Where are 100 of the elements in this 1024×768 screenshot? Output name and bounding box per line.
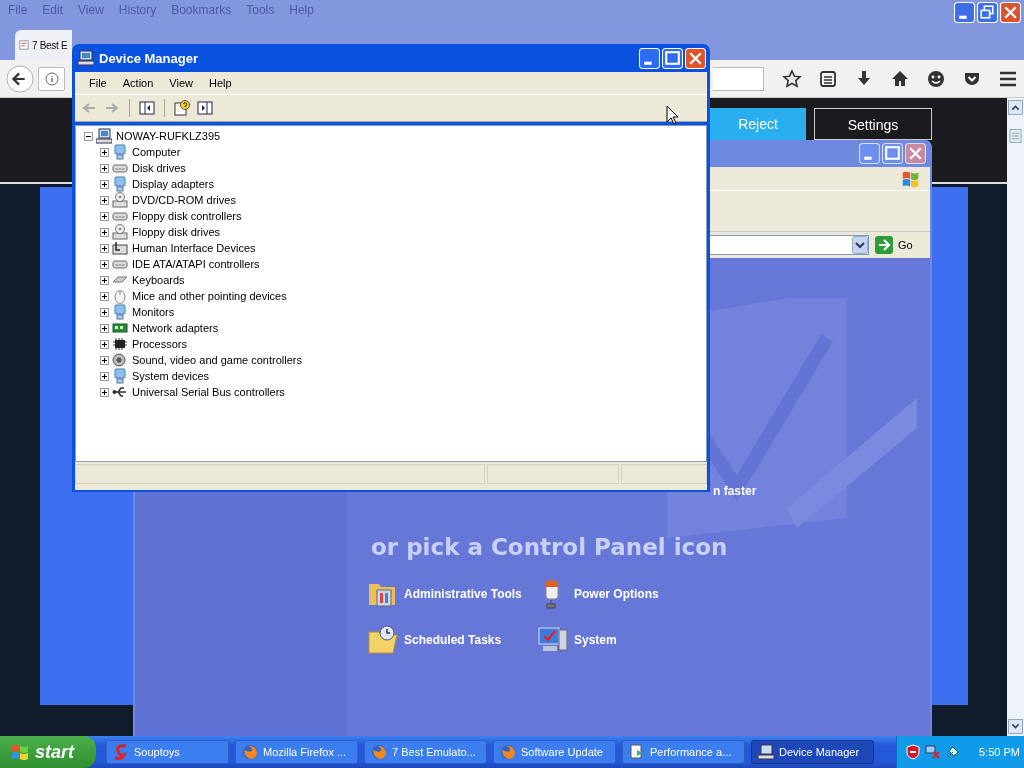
expander-icon[interactable] [100, 275, 109, 285]
expander-icon[interactable] [100, 371, 109, 381]
tree-item[interactable]: NOWAY-RUFKLZ395 [115, 130, 221, 142]
star-icon[interactable] [782, 68, 802, 89]
expander-icon[interactable] [100, 243, 109, 253]
expander-icon[interactable] [100, 163, 109, 173]
computer-icon [96, 128, 112, 144]
disc-drive-icon [112, 224, 128, 240]
globe-icon [371, 744, 387, 760]
tree-item[interactable]: System devices [131, 370, 210, 382]
plug-icon[interactable] [945, 744, 961, 760]
taskbar-button[interactable]: Device Manager [751, 740, 874, 764]
browser-tab[interactable]: 7 Best E [15, 30, 72, 60]
smiley-icon[interactable] [926, 68, 946, 89]
network-card-icon [112, 320, 128, 336]
tree-item[interactable]: Keyboards [131, 274, 185, 286]
input-device-icon [112, 240, 128, 256]
document-icon [629, 744, 645, 760]
back-icon[interactable] [6, 63, 34, 94]
taskbar-button[interactable]: Souptoys [106, 740, 229, 764]
menu-item[interactable]: Action [114, 77, 162, 89]
menu-item[interactable]: File [81, 77, 115, 89]
console-tree-icon[interactable] [139, 100, 155, 116]
expander-icon[interactable] [100, 291, 109, 301]
expander-icon[interactable] [100, 323, 109, 333]
scrollbar[interactable] [1007, 98, 1024, 736]
restore-icon[interactable] [977, 2, 998, 23]
mouse-icon [112, 288, 128, 304]
tree-item[interactable]: Display adapters [131, 178, 214, 190]
address-field[interactable] [712, 66, 764, 91]
consent-button[interactable]: Settings [814, 108, 932, 140]
tree-item[interactable]: Computer [131, 146, 181, 158]
shield-icon[interactable] [905, 744, 921, 760]
expander-icon[interactable] [100, 195, 109, 205]
monitor-icon [112, 176, 128, 192]
expander-icon[interactable] [100, 339, 109, 349]
tree-item[interactable]: DVD/CD-ROM drives [131, 194, 236, 206]
tree-item[interactable]: Sound, video and game controllers [131, 354, 302, 366]
taskbar-button[interactable]: Performance a... [622, 740, 745, 764]
computer-icon [78, 50, 94, 66]
tree-item[interactable]: Processors [131, 338, 188, 350]
tree-item[interactable]: Floppy disk drives [131, 226, 221, 238]
taskbar-button[interactable]: Mozilla Firefox ... [235, 740, 358, 764]
action-pane-icon[interactable] [197, 100, 213, 116]
tree-item[interactable]: Disk drives [131, 162, 186, 174]
maximize-icon[interactable] [882, 143, 903, 164]
network-warning-icon[interactable] [925, 744, 941, 760]
minimize-icon[interactable] [859, 143, 880, 164]
expander-icon[interactable] [100, 355, 109, 365]
globe-icon [500, 744, 516, 760]
scroll-up-icon[interactable] [1008, 100, 1023, 115]
info-icon[interactable] [45, 71, 59, 86]
taskbar-button[interactable]: Software Update [493, 740, 616, 764]
monitor-icon [112, 368, 128, 384]
tree-item[interactable]: Universal Serial Bus controllers [131, 386, 285, 398]
expander-icon[interactable] [100, 179, 109, 189]
flag-logo-icon [10, 742, 30, 762]
reading-list-icon[interactable] [818, 68, 838, 89]
section-heading: or pick a Control Panel icon [371, 534, 728, 560]
dropdown-icon[interactable] [852, 236, 868, 254]
address-field[interactable] [38, 66, 65, 91]
taskbar-button[interactable]: 7 Best Emulato... [364, 740, 487, 764]
expander-icon[interactable] [84, 131, 93, 141]
expander-icon[interactable] [100, 227, 109, 237]
tree-item[interactable]: Human Interface Devices [131, 242, 256, 254]
squiggle-icon [113, 744, 129, 760]
expander-icon[interactable] [100, 307, 109, 317]
tree-item[interactable]: Network adapters [131, 322, 219, 334]
globe-icon [242, 744, 258, 760]
speaker-icon [112, 352, 128, 368]
monitor-icon [112, 304, 128, 320]
usb-icon [112, 384, 128, 400]
folder-clock-icon [367, 624, 399, 656]
tree-item[interactable]: Monitors [131, 306, 175, 318]
close-icon[interactable] [905, 143, 926, 164]
expander-icon[interactable] [100, 147, 109, 157]
computer-icon [758, 744, 774, 760]
control-panel-link[interactable]: Power Options [537, 578, 707, 610]
expander-icon[interactable] [100, 387, 109, 397]
home-icon[interactable] [890, 68, 910, 89]
control-panel-link[interactable]: System [537, 624, 707, 656]
expander-icon[interactable] [100, 259, 109, 269]
control-panel-link[interactable]: Scheduled Tasks [367, 624, 537, 656]
window-title: Device Manager [99, 50, 199, 66]
monitor-icon [112, 144, 128, 160]
menu-item[interactable]: View [161, 77, 201, 89]
control-panel-link[interactable]: Administrative Tools [367, 578, 537, 610]
expander-icon[interactable] [100, 211, 109, 221]
tree-item[interactable]: Floppy disk controllers [131, 210, 242, 222]
arrow-icon [875, 236, 893, 254]
tree-item[interactable]: Mice and other pointing devices [131, 290, 287, 302]
disc-drive-icon [112, 192, 128, 208]
tree-item[interactable]: IDE ATA/ATAPI controllers [131, 258, 260, 270]
go-button[interactable]: Go [875, 236, 913, 254]
page-icon [19, 40, 29, 50]
scroll-down-icon[interactable] [1008, 719, 1023, 734]
help-icon[interactable] [174, 100, 190, 116]
clock: 5:50 PM [979, 746, 1020, 758]
chip-icon [112, 336, 128, 352]
menu-item[interactable]: Help [200, 77, 240, 89]
